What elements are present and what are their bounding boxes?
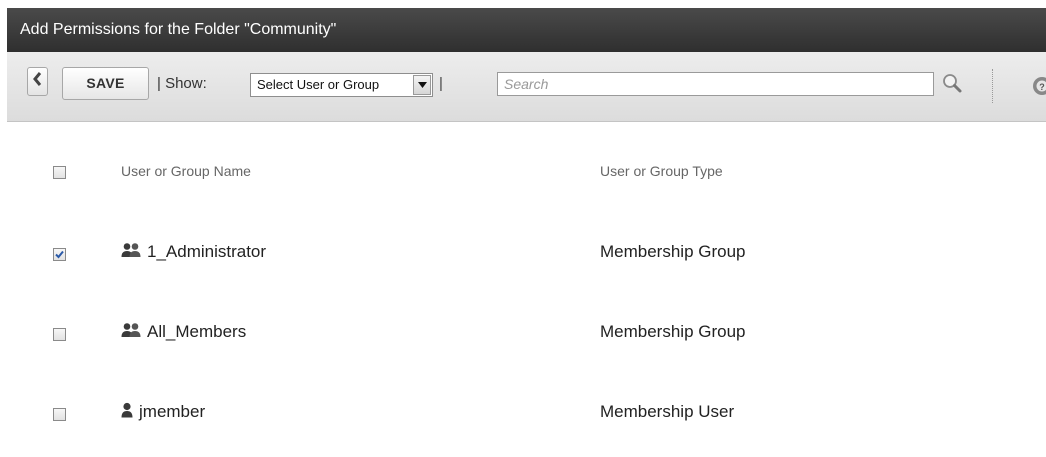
show-select[interactable]: Select User or Group	[250, 73, 433, 97]
row-name-text: All_Members	[147, 322, 247, 341]
permissions-window: Add Permissions for the Folder "Communit…	[0, 0, 1046, 457]
toolbar: SAVE | Show: Select User or Group | ?	[7, 52, 1046, 122]
group-icon	[121, 242, 141, 263]
column-header-type: User or Group Type	[600, 163, 723, 179]
row-name: All_Members	[121, 322, 246, 343]
search-icon[interactable]	[941, 72, 963, 94]
row-type: Membership User	[600, 402, 735, 421]
show-select-value: Select User or Group	[257, 77, 380, 92]
table-header: User or Group Name User or Group Type	[7, 122, 1046, 202]
row-type: Membership Group	[600, 322, 746, 341]
row-name-text: 1_Administrator	[147, 242, 267, 261]
table-row[interactable]: 1_Administrator Membership Group	[7, 202, 1046, 282]
select-all-checkbox[interactable]	[53, 166, 66, 179]
row-type: Membership Group	[600, 242, 746, 261]
chevron-left-icon	[32, 72, 43, 91]
show-label: | Show:	[157, 75, 207, 92]
toolbar-divider	[992, 69, 993, 103]
row-name-text: jmember	[139, 402, 206, 421]
row-name: 1_Administrator	[121, 242, 266, 263]
table-row[interactable]: jmember Membership User	[7, 362, 1046, 442]
back-button[interactable]	[27, 67, 48, 96]
column-header-name: User or Group Name	[121, 163, 251, 179]
table-row[interactable]: All_Members Membership Group	[7, 282, 1046, 362]
window-title: Add Permissions for the Folder "Communit…	[7, 8, 1046, 52]
row-checkbox[interactable]	[53, 328, 66, 341]
group-icon	[121, 322, 141, 343]
save-button[interactable]: SAVE	[62, 67, 149, 100]
user-icon	[121, 402, 133, 423]
row-name: jmember	[121, 402, 205, 423]
help-icon[interactable]: ?	[1032, 76, 1046, 96]
dropdown-arrow-icon[interactable]	[413, 75, 431, 95]
row-checkbox[interactable]	[53, 408, 66, 421]
svg-text:?: ?	[1039, 82, 1045, 92]
search-input[interactable]	[497, 72, 934, 96]
permissions-table: User or Group Name User or Group Type 1_…	[7, 122, 1046, 457]
row-checkbox[interactable]	[53, 248, 66, 261]
toolbar-separator: |	[439, 75, 443, 92]
